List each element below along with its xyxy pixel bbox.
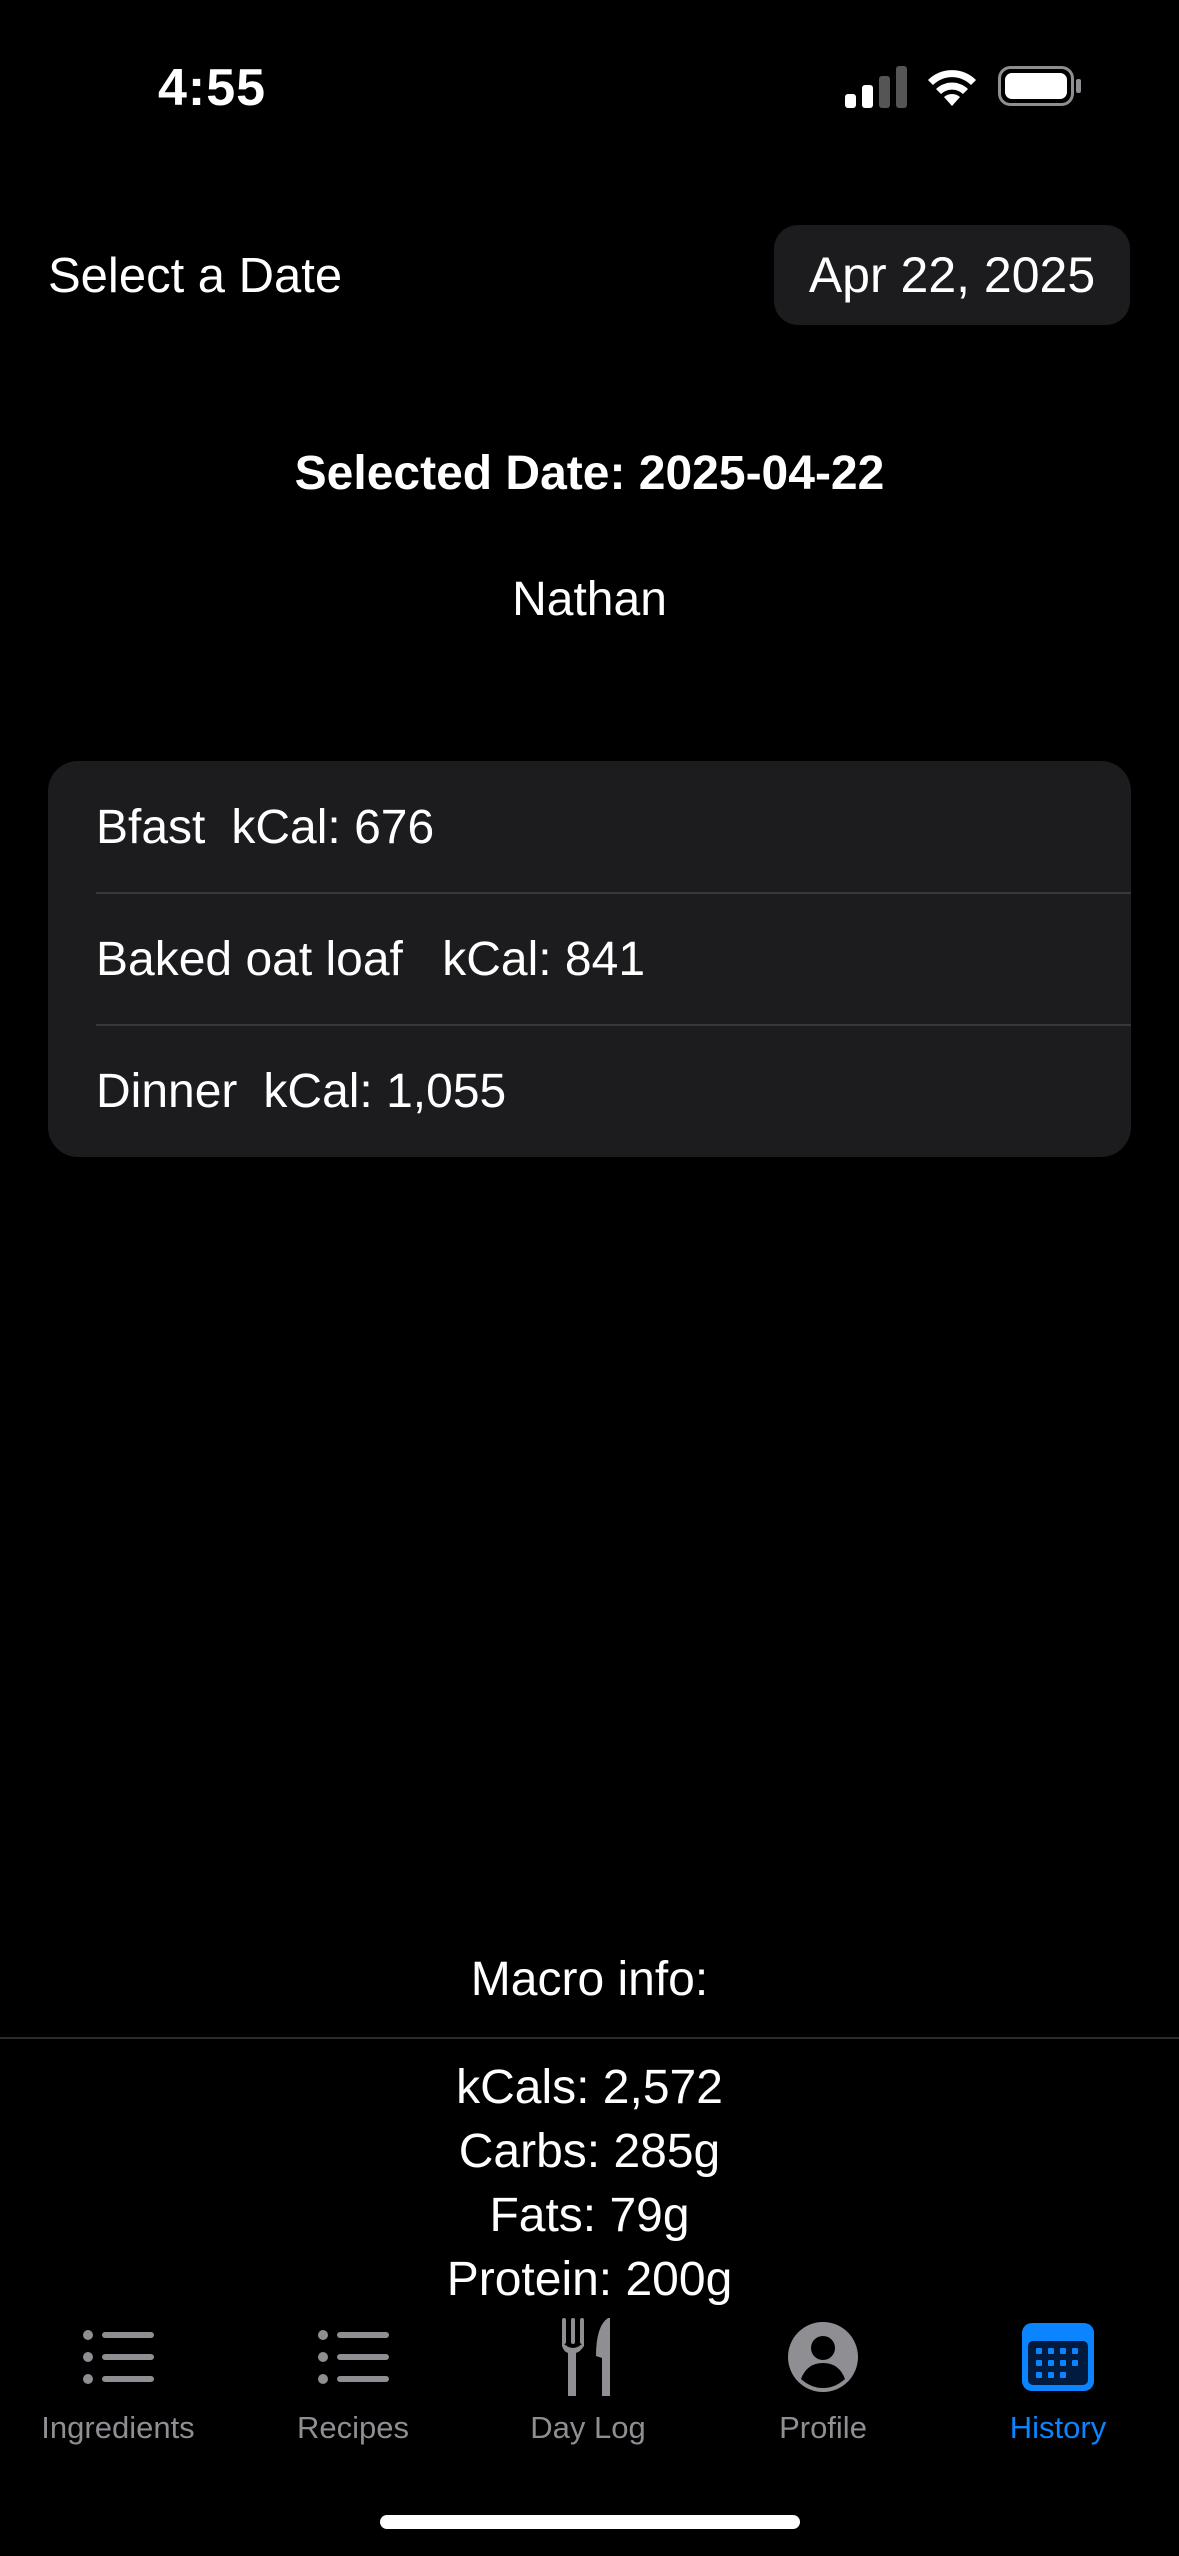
meal-name: Baked oat loaf [96,932,417,986]
user-name: Nathan [512,573,667,626]
list-icon [318,2330,389,2384]
list-icon [83,2330,154,2384]
meal-name: Dinner [96,1064,238,1118]
macro-protein: Protein: 200g [446,2253,733,2306]
calendar-icon [1022,2323,1094,2391]
macro-info-title: Macro info: [470,1953,709,2006]
cellular-signal-icon [845,66,907,108]
status-time: 4:55 [158,59,267,117]
date-picker-button[interactable]: Apr 22, 2025 [774,225,1130,325]
tab-label: Profile [779,2410,867,2445]
person-circle-icon [788,2322,858,2392]
tab-day-log[interactable]: Day Log [470,2318,706,2446]
tab-recipes[interactable]: Recipes [235,2318,471,2446]
meal-row[interactable]: Dinner kCal: 1,055 [96,1025,1131,1157]
meal-row[interactable]: Baked oat loaf kCal: 841 [96,893,1131,1025]
tab-label: History [1009,2410,1107,2445]
tab-label: Ingredients [41,2410,195,2445]
meal-name: Bfast [96,800,206,854]
macro-carbs: Carbs: 285g [458,2125,721,2178]
macro-divider [0,2037,1179,2039]
wifi-icon [928,70,976,106]
meal-kcal: kCal: 1,055 [263,1064,507,1118]
tab-history[interactable]: History [940,2318,1176,2446]
meal-list: Bfast kCal: 676 Baked oat loaf kCal: 841… [48,761,1131,1157]
macro-kcals: kCals: 2,572 [456,2061,723,2114]
tab-label: Recipes [297,2410,409,2445]
meal-kcal: kCal: 841 [442,932,646,986]
meal-row[interactable]: Bfast kCal: 676 [96,761,1131,893]
tab-profile[interactable]: Profile [705,2318,941,2446]
home-indicator[interactable] [380,2515,800,2529]
select-date-label: Select a Date [48,249,343,303]
meal-kcal: kCal: 676 [231,800,435,854]
macro-fats: Fats: 79g [489,2189,690,2242]
battery-icon [998,66,1081,106]
selected-date-heading: Selected Date: 2025-04-22 [294,447,885,500]
fork-knife-icon [562,2318,610,2396]
tab-label: Day Log [530,2410,646,2445]
tab-ingredients[interactable]: Ingredients [0,2318,236,2446]
date-picker-value: Apr 22, 2025 [808,247,1096,303]
